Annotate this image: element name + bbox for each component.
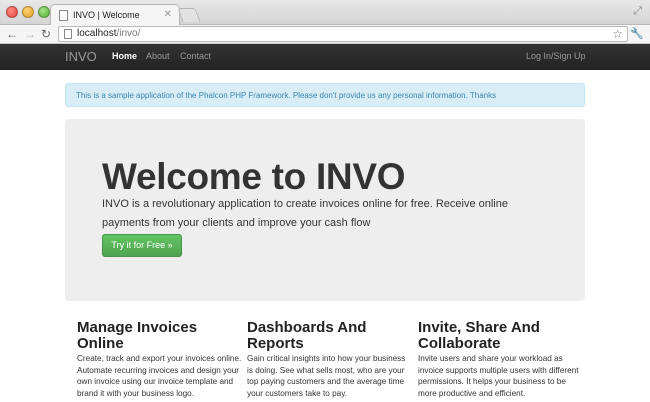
login-signup-link[interactable]: Log In/Sign Up <box>526 51 586 61</box>
wrench-icon[interactable]: 🔧 <box>630 27 644 40</box>
brand-logo[interactable]: INVO <box>65 49 97 64</box>
url-text[interactable]: localhost/invo/ <box>77 28 140 39</box>
window-close-button[interactable] <box>6 6 18 18</box>
try-free-button[interactable]: Try it for Free » <box>102 234 182 257</box>
feature-title: Manage Invoices Online <box>77 319 198 352</box>
feature-collaborate: Invite, Share And Collaborate Invite use… <box>418 320 583 399</box>
feature-text: Invite users and share your workload as … <box>418 354 579 398</box>
feature-text: Gain critical insights into how your bus… <box>247 354 406 398</box>
fullscreen-icon[interactable]: ⤢ <box>633 5 642 18</box>
hero-title: Welcome to INVO <box>102 156 406 197</box>
app-navbar: INVO Home About Contact Log In/Sign Up <box>0 44 650 70</box>
url-path: /invo/ <box>116 28 141 39</box>
feature-title: Invite, Share And Collaborate <box>418 319 540 352</box>
reload-icon[interactable]: ↻ <box>41 27 51 41</box>
url-host: localhost <box>77 28 117 39</box>
nav-link-home[interactable]: Home <box>112 51 137 61</box>
window-minimize-button[interactable] <box>22 6 34 18</box>
hero-unit: Welcome to INVO INVO is a revolutionary … <box>65 119 585 301</box>
info-alert: This is a sample application of the Phal… <box>65 83 585 107</box>
feature-manage-invoices: Manage Invoices Online Create, track and… <box>77 320 242 399</box>
browser-titlebar: INVO | Welcome ✕ ⤢ <box>0 0 650 26</box>
feature-title: Dashboards And Reports <box>247 319 367 352</box>
hero-description: INVO is a revolutionary application to c… <box>102 198 508 229</box>
browser-toolbar: ← → ↻ localhost/invo/ ☆ 🔧 <box>0 25 650 44</box>
alert-text: This is a sample application of the Phal… <box>76 91 497 100</box>
window-maximize-button[interactable] <box>38 6 50 18</box>
close-tab-icon[interactable]: ✕ <box>164 9 172 20</box>
feature-dashboards: Dashboards And Reports Gain critical ins… <box>247 320 412 399</box>
bookmark-star-icon[interactable]: ☆ <box>612 27 623 41</box>
new-tab-button[interactable] <box>177 8 201 22</box>
back-arrow-icon[interactable]: ← <box>6 27 18 41</box>
browser-tab-active[interactable]: INVO | Welcome ✕ <box>50 4 180 26</box>
forward-arrow-icon[interactable]: → <box>24 27 36 41</box>
page-icon <box>59 10 68 21</box>
page-icon <box>64 29 72 39</box>
nav-link-contact[interactable]: Contact <box>180 51 211 61</box>
nav-link-about[interactable]: About <box>146 51 170 61</box>
address-bar[interactable]: localhost/invo/ ☆ <box>58 26 628 42</box>
feature-text: Create, track and export your invoices o… <box>77 354 242 398</box>
tab-title: INVO | Welcome <box>73 10 140 20</box>
